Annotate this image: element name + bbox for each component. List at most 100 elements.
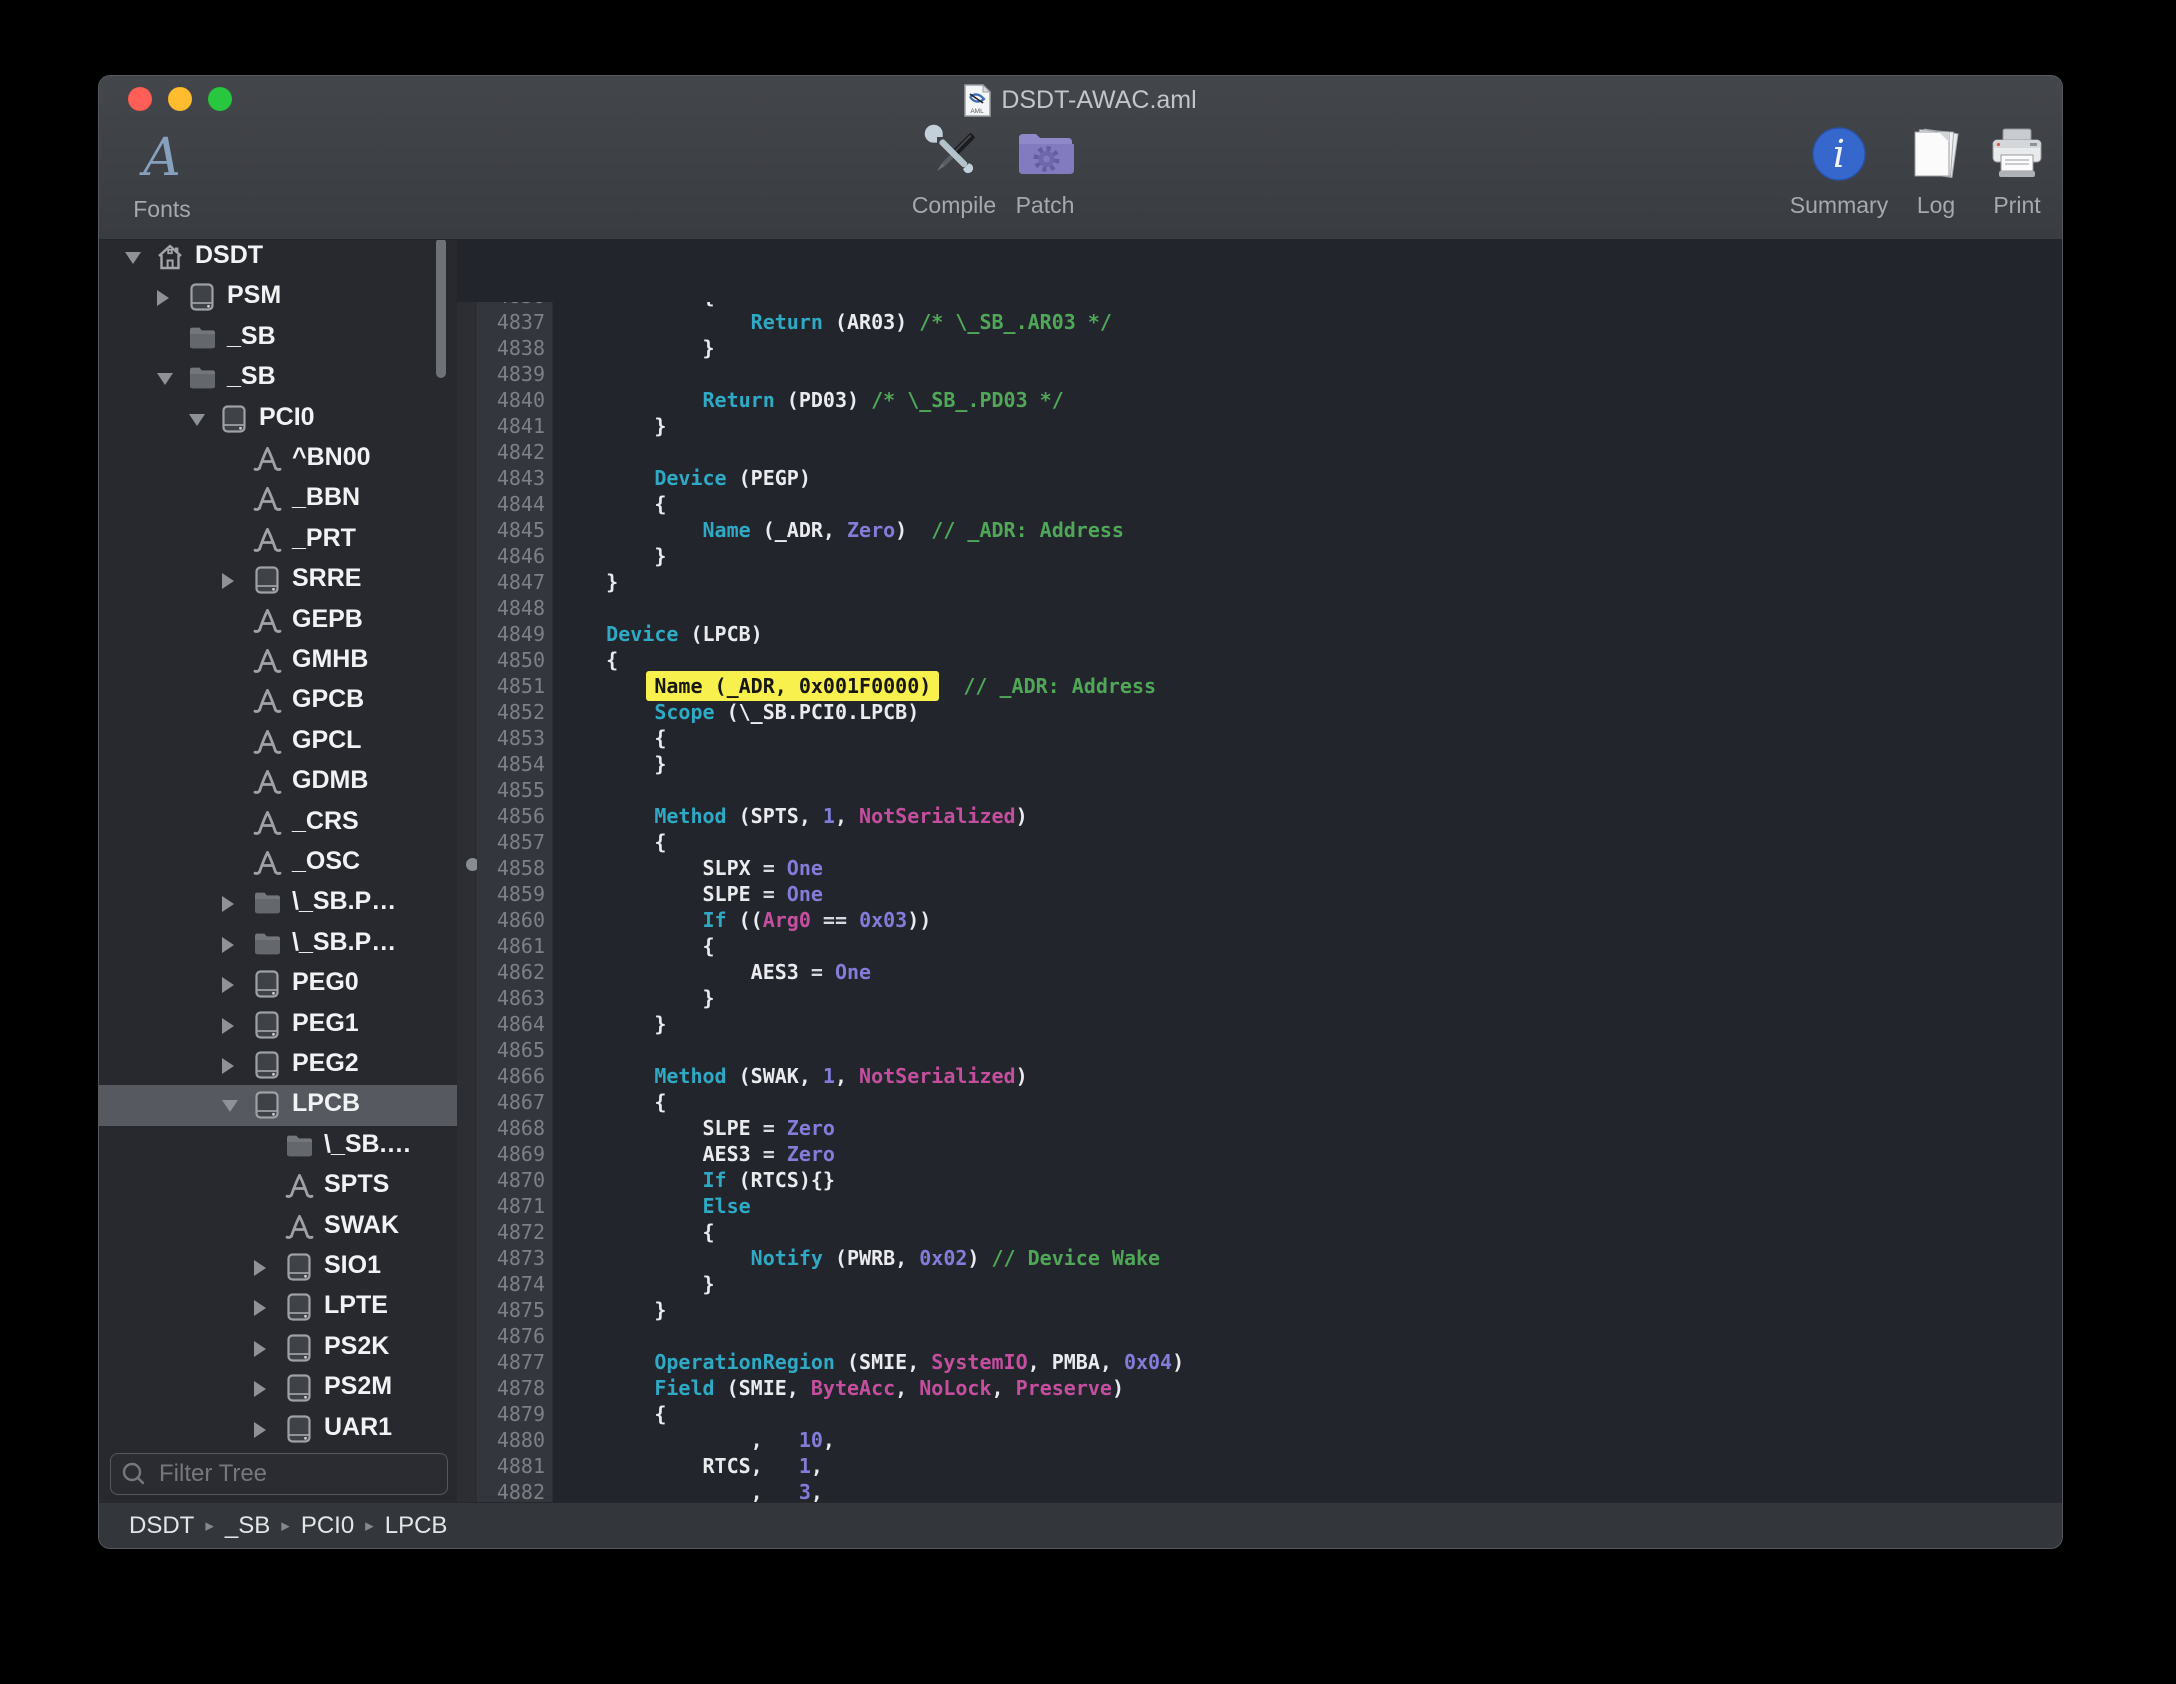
disclosure-triangle-expanded[interactable] [125, 252, 141, 264]
tree-item-label: GDMB [292, 766, 368, 795]
disclosure-triangle-collapsed[interactable] [222, 573, 234, 589]
line-number: 4863 [457, 985, 545, 1011]
breadcrumb-item-pci0[interactable]: PCI0 [301, 1512, 354, 1540]
tree-item-sbp[interactable]: \_SB.P… [99, 883, 457, 924]
summary-button[interactable]: i Summary [1783, 120, 1895, 219]
tree-item-crs[interactable]: _CRS [99, 803, 457, 844]
breadcrumb-item-dsdt[interactable]: DSDT [129, 1512, 194, 1540]
tree-item-psm[interactable]: PSM [99, 277, 457, 318]
folder-icon [252, 888, 282, 918]
code-line-4862: AES3 = One [558, 959, 871, 985]
code-line-4872: { [558, 1219, 715, 1245]
tree-item-pci0[interactable]: PCI0 [99, 399, 457, 440]
tree-item-label: _SB [227, 322, 276, 351]
disclosure-triangle-collapsed[interactable] [254, 1381, 266, 1397]
fonts-label: Fonts [133, 196, 191, 223]
tree-item-label: SWAK [324, 1211, 399, 1240]
line-number: 4842 [457, 439, 545, 465]
disclosure-triangle-collapsed[interactable] [157, 290, 169, 306]
filter-tree-input[interactable]: Filter Tree [110, 1453, 448, 1495]
print-button[interactable]: Print [1979, 120, 2055, 219]
line-number: 4860 [457, 907, 545, 933]
tree-item-gpcl[interactable]: GPCL [99, 722, 457, 763]
tree-item-gmhb[interactable]: GMHB [99, 641, 457, 682]
disclosure-triangle-collapsed[interactable] [254, 1300, 266, 1316]
code-line-4852: Scope (\_SB.PCI0.LPCB) [558, 699, 919, 725]
folder-icon [284, 1131, 314, 1161]
method-icon [284, 1171, 314, 1201]
tree-item-ps2k[interactable]: PS2K [99, 1328, 457, 1369]
code-line-4841: } [558, 413, 666, 439]
disclosure-triangle-collapsed[interactable] [222, 1058, 234, 1074]
line-number: 4872 [457, 1219, 545, 1245]
tree-item-sbp[interactable]: \_SB.P… [99, 924, 457, 965]
code-line-4869: AES3 = Zero [558, 1141, 835, 1167]
disclosure-triangle-expanded[interactable] [157, 373, 173, 385]
breadcrumb-item-sb[interactable]: _SB [225, 1512, 270, 1540]
breadcrumb-item-lpcb[interactable]: LPCB [385, 1512, 448, 1540]
tree-item-sb[interactable]: _SB [99, 318, 457, 359]
code-line-4879: { [558, 1401, 666, 1427]
tree-item-sio1[interactable]: SIO1 [99, 1247, 457, 1288]
disclosure-triangle-collapsed[interactable] [254, 1260, 266, 1276]
tree-item-swak[interactable]: SWAK [99, 1207, 457, 1248]
tree-item-lpcb[interactable]: LPCB [99, 1085, 457, 1126]
tree-item-peg1[interactable]: PEG1 [99, 1005, 457, 1046]
disclosure-triangle-collapsed[interactable] [222, 977, 234, 993]
tree-item-gpcb[interactable]: GPCB [99, 681, 457, 722]
line-number: 4881 [457, 1453, 545, 1479]
tree-item-peg0[interactable]: PEG0 [99, 964, 457, 1005]
line-number: 4879 [457, 1401, 545, 1427]
line-number: 4844 [457, 491, 545, 517]
disclosure-triangle-expanded[interactable] [222, 1100, 238, 1112]
disclosure-triangle-collapsed[interactable] [222, 1018, 234, 1034]
svg-text:i: i [1833, 132, 1845, 176]
tree-item-label: LPTE [324, 1291, 388, 1320]
disclosure-triangle-collapsed[interactable] [222, 896, 234, 912]
code-line-4868: SLPE = Zero [558, 1115, 835, 1141]
log-button[interactable]: Log [1901, 120, 1971, 219]
tree-item-lpte[interactable]: LPTE [99, 1287, 457, 1328]
code-content: 4836 {4837 Return (AR03) /* \_SB_.AR03 *… [457, 302, 2062, 1502]
tree-item-uar1[interactable]: UAR1 [99, 1409, 457, 1448]
tree-item-osc[interactable]: _OSC [99, 843, 457, 884]
line-number: 4876 [457, 1323, 545, 1349]
device-icon [219, 404, 249, 434]
tree-item-gepb[interactable]: GEPB [99, 601, 457, 642]
line-number: 4882 [457, 1479, 545, 1502]
tree-item-prt[interactable]: _PRT [99, 520, 457, 561]
tree-item-bn00[interactable]: ^BN00 [99, 439, 457, 480]
line-number: 4854 [457, 751, 545, 777]
disclosure-triangle-collapsed[interactable] [254, 1422, 266, 1438]
folder-icon [187, 363, 217, 393]
tree-item-bbn[interactable]: _BBN [99, 479, 457, 520]
line-number: 4870 [457, 1167, 545, 1193]
tree-item-dsdt[interactable]: DSDT [99, 240, 457, 278]
tree-item-ps2m[interactable]: PS2M [99, 1368, 457, 1409]
disclosure-triangle-collapsed[interactable] [222, 937, 234, 953]
method-icon [252, 444, 282, 474]
line-number: 4873 [457, 1245, 545, 1271]
tree-item-sb[interactable]: \_SB.… [99, 1126, 457, 1167]
code-line-4878: Field (SMIE, ByteAcc, NoLock, Preserve) [558, 1375, 1124, 1401]
line-number: 4839 [457, 361, 545, 387]
fonts-button[interactable]: A Fonts [117, 124, 207, 223]
line-number: 4841 [457, 413, 545, 439]
disclosure-triangle-collapsed[interactable] [254, 1341, 266, 1357]
patch-label: Patch [1016, 192, 1075, 219]
tree-item-spts[interactable]: SPTS [99, 1166, 457, 1207]
code-editor[interactable]: 4836 {4837 Return (AR03) /* \_SB_.AR03 *… [457, 240, 2062, 1502]
patch-button[interactable]: Patch [997, 120, 1093, 219]
compile-button[interactable]: Compile [899, 120, 1009, 219]
tree-item-label: PS2K [324, 1332, 389, 1361]
tree-item-sb[interactable]: _SB [99, 358, 457, 399]
tree-item-peg2[interactable]: PEG2 [99, 1045, 457, 1086]
code-line-4854: } [558, 751, 666, 777]
method-icon [252, 646, 282, 676]
tree-item-label: LPCB [292, 1089, 360, 1118]
code-line-4856: Method (SPTS, 1, NotSerialized) [558, 803, 1028, 829]
tree-item-srre[interactable]: SRRE [99, 560, 457, 601]
tree-item-gdmb[interactable]: GDMB [99, 762, 457, 803]
disclosure-triangle-expanded[interactable] [189, 414, 205, 426]
device-icon [252, 969, 282, 999]
